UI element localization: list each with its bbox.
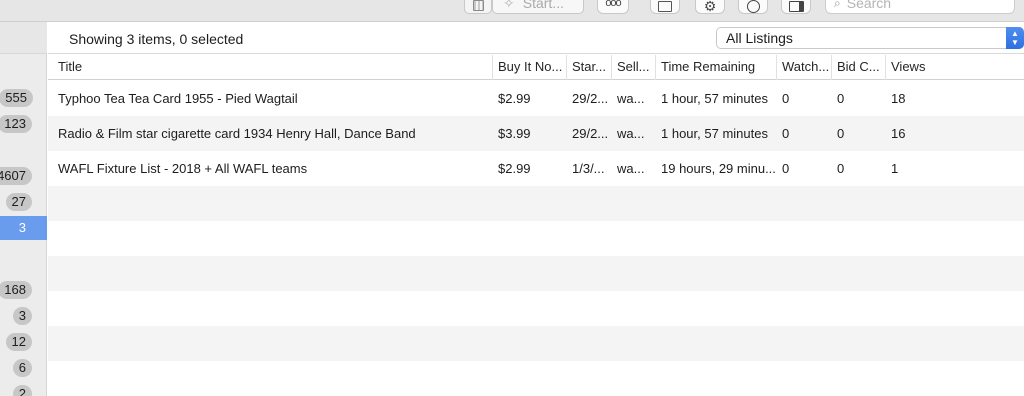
cell-bid-count: 0 xyxy=(837,126,845,141)
count-badge[interactable]: 3 xyxy=(12,307,32,325)
toolbar: ✧ Start... ooo ⚙ ⌕ Search xyxy=(0,0,1024,22)
panel-button[interactable] xyxy=(781,0,811,14)
gear-icon: ⚙ xyxy=(703,0,717,14)
empty-row xyxy=(48,326,1024,361)
cell-title: WAFL Fixture List - 2018 + All WAFL team… xyxy=(58,161,308,176)
column-header-title[interactable]: Title xyxy=(53,55,493,80)
sidebar-panel-icon xyxy=(788,0,804,12)
listing-filter-value: All Listings xyxy=(726,30,793,46)
count-badge[interactable]: 12 xyxy=(5,333,32,351)
cell-time-remaining: 19 hours, 29 minu... xyxy=(661,161,776,176)
cell-time-remaining: 1 hour, 57 minutes xyxy=(661,126,768,141)
cell-seller: wa... xyxy=(617,161,645,176)
count-badge[interactable]: 555 xyxy=(0,89,33,107)
cell-buy-it-now: $2.99 xyxy=(498,161,531,176)
listing-table: Typhoo Tea Tea Card 1955 - Pied Wagtail … xyxy=(48,81,1024,396)
empty-row xyxy=(48,186,1024,221)
photo-button[interactable] xyxy=(650,0,680,14)
count-badge[interactable]: 4607 xyxy=(0,167,32,185)
search-field[interactable]: ⌕ Search xyxy=(825,0,1015,14)
search-icon: ⌕ xyxy=(834,0,841,10)
column-header-start[interactable]: Star... xyxy=(567,55,612,80)
selection-status: Showing 3 items, 0 selected xyxy=(69,31,244,47)
sparkle-icon: ✧ xyxy=(503,0,515,11)
cell-views: 18 xyxy=(891,91,906,106)
start-button-label: Start... xyxy=(522,0,564,11)
user-icon xyxy=(746,0,760,13)
cell-start: 1/3/... xyxy=(572,161,605,176)
cell-buy-it-now: $3.99 xyxy=(498,126,531,141)
cell-seller: wa... xyxy=(617,91,645,106)
grid-view-icon[interactable] xyxy=(473,0,484,11)
cell-seller: wa... xyxy=(617,126,645,141)
sidebar: 555 123 4607 27 3 168 3 12 6 2 xyxy=(0,22,47,396)
listing-filter-popup[interactable]: All Listings ▲ ▼ xyxy=(716,27,1024,49)
table-row[interactable]: WAFL Fixture List - 2018 + All WAFL team… xyxy=(48,151,1024,186)
cell-title: Radio & Film star cigarette card 1934 He… xyxy=(58,126,416,141)
cell-views: 1 xyxy=(891,161,899,176)
cell-watchers: 0 xyxy=(782,91,790,106)
status-bar: Showing 3 items, 0 selected All Listings… xyxy=(48,22,1024,54)
count-badge[interactable]: 168 xyxy=(0,281,32,299)
cell-watchers: 0 xyxy=(782,126,790,141)
count-badge[interactable]: 6 xyxy=(12,359,32,377)
cell-views: 16 xyxy=(891,126,906,141)
empty-row xyxy=(48,256,1024,291)
count-badge[interactable]: 27 xyxy=(5,193,32,211)
count-badge[interactable]: 2 xyxy=(12,385,32,396)
photo-icon xyxy=(658,0,672,12)
more-icon: ooo xyxy=(605,0,621,9)
sidebar-header xyxy=(0,22,47,54)
column-header-seller[interactable]: Sell... xyxy=(612,55,656,80)
column-header-watchers[interactable]: Watch... xyxy=(777,55,832,80)
table-row[interactable]: Radio & Film star cigarette card 1934 He… xyxy=(48,116,1024,151)
empty-row xyxy=(48,361,1024,396)
settings-button[interactable]: ⚙ xyxy=(695,0,725,14)
cell-buy-it-now: $2.99 xyxy=(498,91,531,106)
updown-arrows-icon[interactable]: ▲ ▼ xyxy=(1006,27,1024,49)
count-badge-selected[interactable]: 3 xyxy=(13,219,32,237)
cell-start: 29/2... xyxy=(572,91,609,106)
account-button[interactable] xyxy=(738,0,768,14)
cell-start: 29/2... xyxy=(572,126,609,141)
column-header-buy-it-now[interactable]: Buy It No... xyxy=(493,55,567,80)
cell-bid-count: 0 xyxy=(837,91,845,106)
cell-title: Typhoo Tea Tea Card 1955 - Pied Wagtail xyxy=(58,91,298,106)
cell-bid-count: 0 xyxy=(837,161,845,176)
more-button[interactable]: ooo xyxy=(597,0,629,14)
cell-time-remaining: 1 hour, 57 minutes xyxy=(661,91,768,106)
count-badge[interactable]: 123 xyxy=(0,115,32,133)
column-header-time-remaining[interactable]: Time Remaining xyxy=(656,55,777,80)
empty-row xyxy=(48,221,1024,256)
table-row[interactable]: Typhoo Tea Tea Card 1955 - Pied Wagtail … xyxy=(48,81,1024,116)
table-header: Title Buy It No... Star... Sell... Time … xyxy=(48,55,1024,80)
column-header-views[interactable]: Views xyxy=(886,55,1024,80)
view-mode-segment[interactable] xyxy=(464,0,492,14)
empty-row xyxy=(48,291,1024,326)
search-input[interactable]: Search xyxy=(847,0,891,11)
start-button[interactable]: ✧ Start... xyxy=(492,0,584,14)
cell-watchers: 0 xyxy=(782,161,790,176)
column-header-bid-count[interactable]: Bid C... xyxy=(832,55,886,80)
